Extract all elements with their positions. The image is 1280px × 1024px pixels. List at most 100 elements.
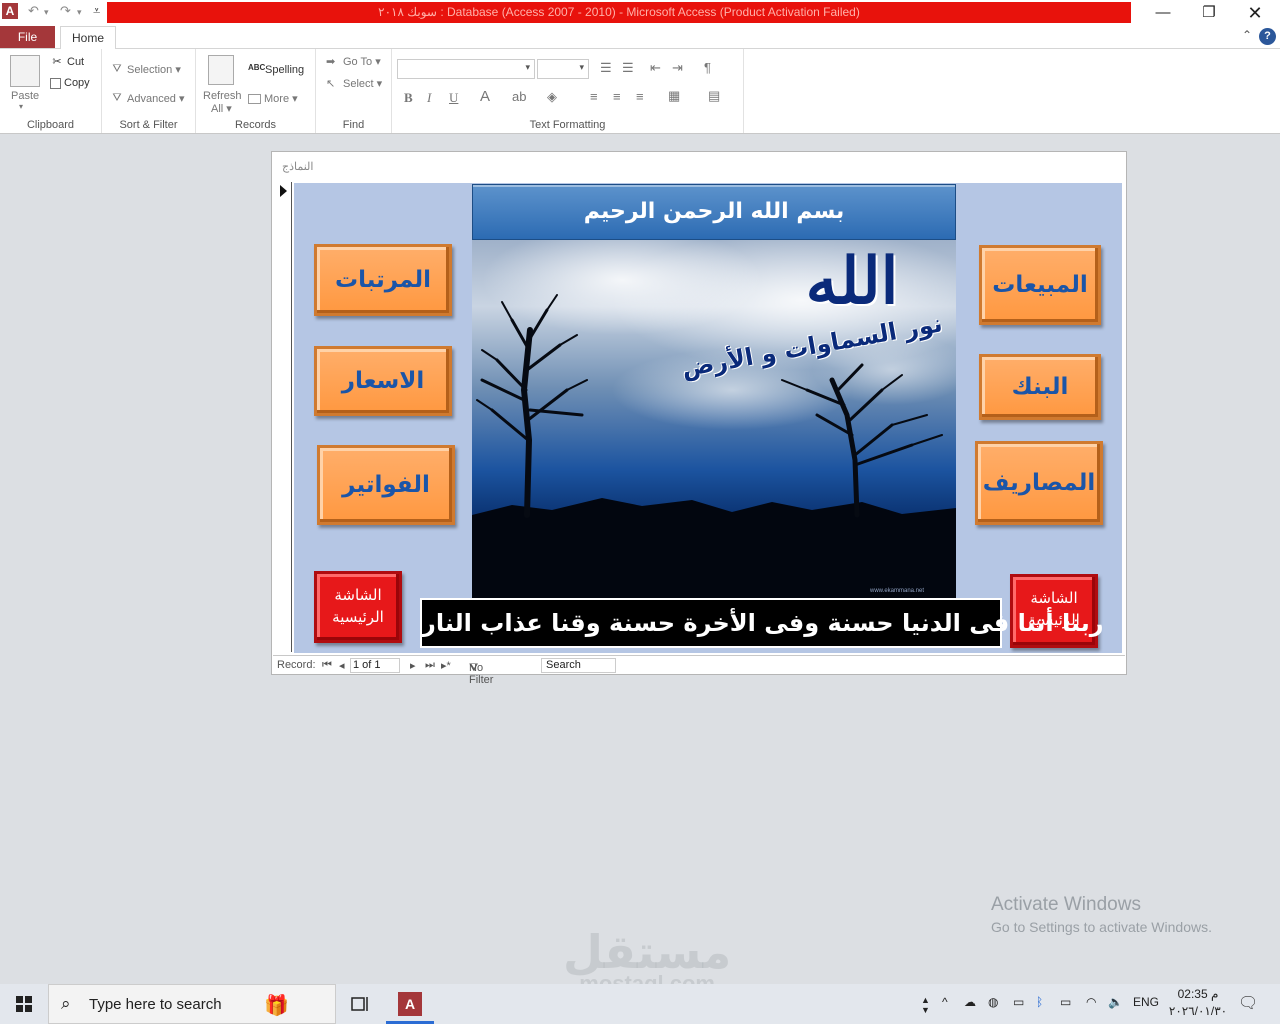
undo-icon[interactable]: ↶ [28,3,39,19]
bullets-icon[interactable]: ☰ [600,60,612,76]
invoices-button[interactable]: الفواتير [317,445,455,525]
spelling-icon: ABC [248,63,266,72]
gridlines-icon[interactable]: ▦ [668,88,680,104]
more-button[interactable]: More ▾ [248,92,298,105]
advanced-button[interactable]: ⛛ Advanced ▾ [110,92,184,106]
network-status-icon[interactable]: ◍ [988,995,998,1009]
salaries-button[interactable]: المرتبات [314,244,452,316]
home-screen-button-left[interactable]: الشاشة الرئيسية [314,571,402,643]
language-indicator[interactable]: ENG [1133,995,1159,1009]
ribbon-tab-row: File Home ⌃ ? [0,26,1280,50]
notifications-icon[interactable]: 🗨 [1238,993,1258,1013]
battery-icon[interactable]: ▭ [1060,995,1071,1009]
prices-button[interactable]: الاسعار [314,346,452,416]
paste-button[interactable]: Paste [11,90,39,102]
bank-button[interactable]: البنك [979,354,1101,420]
selection-button[interactable]: ⛛ Selection ▾ [110,63,180,77]
clock[interactable]: 02:35 م ٢٠٢٦/٠١/٣٠ [1168,986,1228,1020]
first-record-icon[interactable]: ⏮ [322,659,332,672]
sort-filter-group: ⛛ Selection ▾ ⛛ Advanced ▾ Sort & Filter [102,49,196,133]
customize-qat-icon[interactable]: ⩡ [93,3,100,19]
help-icon[interactable]: ? [1259,28,1276,45]
font-name-combo[interactable]: ▾ [397,59,535,79]
form-tab-title[interactable]: النماذج [282,160,313,173]
record-navigator: Record: ⏮ ◂ 1 of 1 ▸ ⏭ ▸* ⛛ No Filter Se… [273,655,1125,686]
select-label: Select [343,78,374,90]
clipboard-group-label: Clipboard [26,119,75,131]
cut-label: Cut [67,55,85,68]
tab-file[interactable]: File [0,26,55,48]
allah-calligraphy: الله [805,244,899,319]
onedrive-icon[interactable]: ☁ [964,995,976,1009]
increase-indent-icon[interactable]: ⇥ [672,60,683,76]
next-record-icon[interactable]: ▸ [410,659,416,672]
ribbon: Paste ▾ ✂ Cut Copy Clipboard ⛛ Selection ▾… [0,49,1280,134]
select-cursor-icon: ↖ [326,78,336,91]
minimize-button[interactable]: — [1140,0,1186,26]
cut-button[interactable]: ✂ Cut [50,55,84,69]
refresh-all-label: All ▾ [211,103,232,115]
font-size-combo[interactable]: ▾ [537,59,589,79]
taskbar: ⌕ Type here to search 🎁 A ▲ ▼ ^ ☁ ◍ ▭ ᛒ ▭… [0,984,1280,1024]
bluetooth-icon[interactable]: ᛒ [1036,995,1043,1009]
refresh-all-sub: All [211,103,224,115]
restore-button[interactable]: ❐ [1186,0,1232,26]
access-app-icon[interactable]: A [2,3,18,19]
expenses-button[interactable]: المصاريف [975,441,1103,525]
font-color-button[interactable]: A [480,88,490,105]
paste-dropdown-icon[interactable]: ▾ [19,102,23,111]
filter-selection-icon: ⛛ [112,63,122,76]
records-group-label: Records [235,119,276,131]
redo-dropdown-icon[interactable]: ▾ [77,7,82,18]
undo-dropdown-icon[interactable]: ▾ [44,7,49,18]
wifi-icon[interactable]: ◠ [1086,995,1096,1009]
search-placeholder: Type here to search [89,996,222,1013]
text-formatting-group-label: Text Formatting [529,119,606,131]
new-record-icon[interactable]: ▸* [441,659,451,672]
redo-icon[interactable]: ↷ [60,3,71,19]
windows-logo-icon [16,996,32,1012]
device-icon[interactable]: ▭ [1013,995,1024,1009]
paragraph-direction-icon[interactable]: ¶ [704,60,711,75]
bold-button[interactable]: B [404,90,413,106]
align-left-icon[interactable]: ≡ [590,89,598,104]
more-label: More [264,93,290,105]
search-highlight-icon: 🎁 [264,995,289,1017]
text-formatting-group: ▾ ▾ ☰ ☰ ⇤ ⇥ ¶ B I U A ab ◈ ≡ ≡ ≡ ▦ ▤ Tex… [392,49,744,133]
volume-icon[interactable]: 🔈 [1108,995,1123,1009]
goto-button[interactable]: ➡ Go To ▾ [326,55,381,69]
decrease-indent-icon[interactable]: ⇤ [650,60,661,76]
numbering-icon[interactable]: ☰ [622,60,634,76]
collapse-ribbon-icon[interactable]: ⌃ [1242,28,1252,42]
alternate-row-color-icon[interactable]: ▤ [708,88,720,104]
last-record-icon[interactable]: ⏭ [425,659,435,672]
close-button[interactable]: ✕ [1232,0,1278,26]
highlight-icon[interactable]: ab [512,89,526,104]
taskbar-search[interactable]: ⌕ Type here to search 🎁 [48,984,336,1024]
show-hidden-icons[interactable]: ^ [942,995,948,1009]
copy-icon [50,77,61,89]
form-window: النماذج بسم الله الرحمن الرحيم الله نور … [271,151,1127,686]
select-button[interactable]: ↖ Select ▾ [326,77,382,91]
fill-color-icon[interactable]: ◈ [547,89,557,105]
tab-home[interactable]: Home [60,26,116,50]
task-view-icon[interactable] [348,992,372,1016]
sort-filter-group-label: Sort & Filter [119,119,178,131]
record-selector[interactable] [275,182,292,652]
advanced-filter-icon: ⛛ [112,92,122,105]
record-search-input[interactable]: Search [541,658,616,673]
goto-label: Go To [343,56,373,68]
italic-button[interactable]: I [427,90,431,106]
tray-scroll-icon[interactable]: ▲ ▼ [921,995,930,1015]
align-right-icon[interactable]: ≡ [636,89,644,104]
start-button[interactable] [0,984,48,1024]
spelling-button[interactable]: ABCSpelling [248,63,304,77]
copy-button[interactable]: Copy [50,77,90,89]
current-record-input[interactable]: 1 of 1 [350,658,400,673]
previous-record-icon[interactable]: ◂ [339,659,345,672]
refresh-all-button[interactable]: Refresh [203,90,242,102]
underline-button[interactable]: U [449,90,458,106]
sales-button[interactable]: المبيعات [979,245,1101,325]
align-center-icon[interactable]: ≡ [613,89,621,104]
access-taskbar-icon[interactable]: A [398,992,422,1016]
